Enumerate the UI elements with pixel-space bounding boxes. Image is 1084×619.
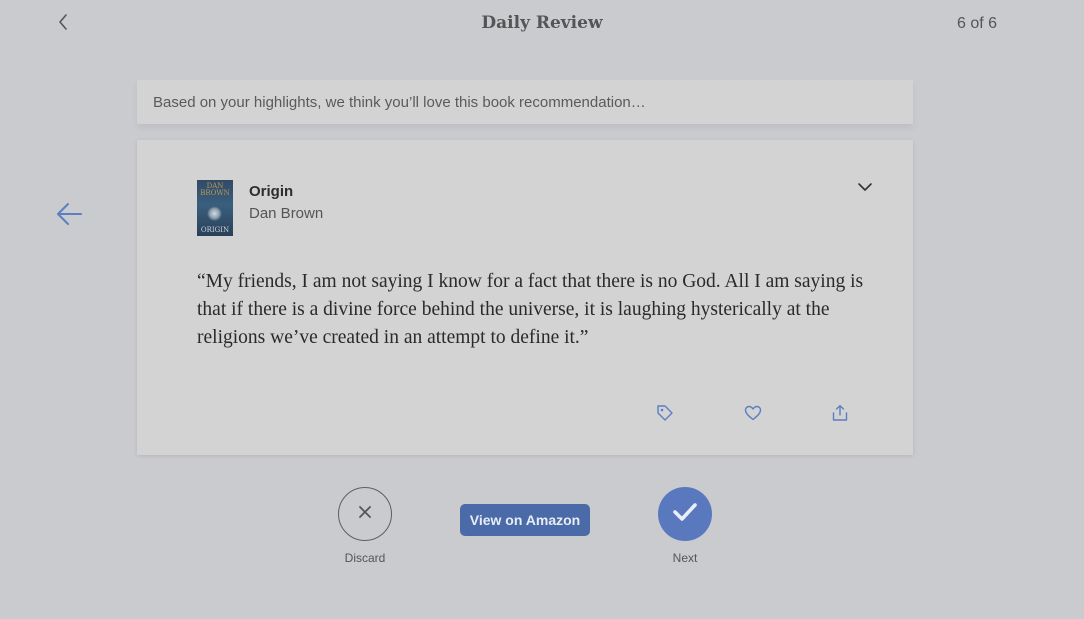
share-button[interactable] — [830, 404, 850, 427]
tag-button[interactable] — [655, 404, 675, 427]
book-cover[interactable]: DAN BROWN ORIGIN — [197, 180, 233, 236]
book-title[interactable]: Origin — [249, 183, 293, 200]
cover-author-text: DAN BROWN — [200, 182, 230, 197]
book-author: Dan Brown — [249, 205, 324, 222]
cover-graphic — [207, 206, 222, 221]
banner-text: Based on your highlights, we think you’l… — [153, 94, 646, 111]
recommendation-banner: Based on your highlights, we think you’l… — [137, 80, 913, 124]
review-counter: 6 of 6 — [956, 15, 997, 32]
heart-icon — [744, 405, 762, 426]
share-icon — [831, 404, 849, 427]
next-label: Next — [672, 551, 698, 565]
discard-button[interactable] — [338, 487, 392, 541]
next-button[interactable] — [658, 487, 712, 541]
chevron-down-icon — [857, 179, 873, 197]
tag-icon — [656, 404, 674, 427]
view-on-amazon-button[interactable]: View on Amazon — [460, 504, 590, 536]
highlight-card: DAN BROWN ORIGIN Origin Dan Brown “My fr… — [137, 140, 913, 455]
cover-title-text: ORIGIN — [200, 226, 230, 234]
discard-label: Discard — [344, 551, 386, 565]
highlight-quote: “My friends, I am not saying I know for … — [197, 271, 864, 348]
close-icon — [357, 504, 373, 525]
previous-button[interactable] — [54, 202, 84, 230]
arrow-left-icon — [55, 202, 83, 231]
favorite-button[interactable] — [743, 405, 763, 425]
expand-button[interactable] — [855, 180, 875, 196]
page-title: Daily Review — [481, 13, 603, 33]
checkmark-icon — [672, 502, 698, 527]
